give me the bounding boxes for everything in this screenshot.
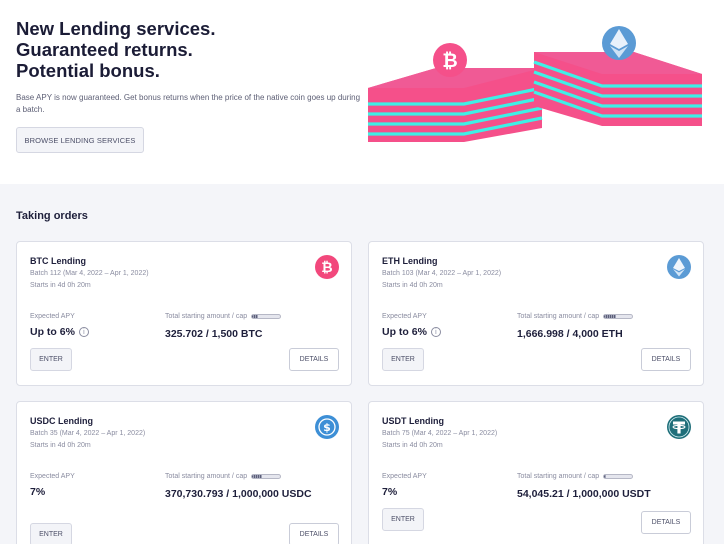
cap-value: 325.702 / 1,500 BTC bbox=[165, 328, 263, 340]
hero-title-line-3: Potential bonus. bbox=[16, 60, 160, 81]
btc-lending-card: BTC Lending Batch 112 (Mar 4, 2022 – Apr… bbox=[16, 241, 352, 386]
enter-button[interactable]: ENTER bbox=[382, 508, 424, 531]
svg-text:₿: ₿ bbox=[321, 260, 332, 276]
cap-label: Total starting amount / cap bbox=[165, 473, 282, 480]
card-title: USDT Lending bbox=[382, 416, 444, 426]
apy-value-text: Up to 6% bbox=[30, 326, 75, 338]
details-button[interactable]: DETAILS bbox=[289, 523, 339, 544]
starts-in: Starts in 4d 0h 20m bbox=[30, 442, 91, 449]
apy-value-text: Up to 6% bbox=[382, 326, 427, 338]
progress-fill bbox=[604, 315, 616, 318]
card-title: BTC Lending bbox=[30, 256, 86, 266]
starts-in: Starts in 4d 0h 20m bbox=[382, 442, 443, 449]
starts-in: Starts in 4d 0h 20m bbox=[382, 282, 443, 289]
cap-value: 370,730.793 / 1,000,000 USDC bbox=[165, 488, 312, 500]
taking-orders-section: Taking orders BTC Lending Batch 112 (Mar… bbox=[0, 184, 724, 544]
starts-in: Starts in 4d 0h 20m bbox=[30, 282, 91, 289]
lending-stack-illustration: ₿ bbox=[368, 26, 702, 142]
cap-label-text: Total starting amount / cap bbox=[517, 473, 600, 480]
hero-banner: New Lending services. Guaranteed returns… bbox=[0, 0, 724, 184]
ethereum-icon bbox=[667, 255, 691, 279]
progress-fill bbox=[604, 475, 606, 478]
enter-button[interactable]: ENTER bbox=[30, 348, 72, 371]
batch-info: Batch 75 (Mar 4, 2022 – Apr 1, 2022) bbox=[382, 430, 498, 437]
hero-title-line-2: Guaranteed returns. bbox=[16, 39, 193, 60]
details-button[interactable]: DETAILS bbox=[641, 348, 691, 371]
svg-text:$: $ bbox=[323, 421, 331, 434]
usdc-lending-card: USDC Lending Batch 35 (Mar 4, 2022 – Apr… bbox=[16, 401, 352, 544]
cap-label-text: Total starting amount / cap bbox=[165, 473, 248, 480]
bitcoin-icon: ₿ bbox=[315, 255, 339, 279]
apy-label: Expected APY bbox=[382, 473, 427, 480]
hero-title: New Lending services. Guaranteed returns… bbox=[16, 18, 215, 81]
progress-fill bbox=[252, 315, 259, 318]
batch-info: Batch 103 (Mar 4, 2022 – Apr 1, 2022) bbox=[382, 270, 502, 277]
apy-value: Up to 6% i bbox=[30, 326, 89, 338]
hero-description: Base APY is now guaranteed. Get bonus re… bbox=[16, 93, 361, 114]
cap-value: 54,045.21 / 1,000,000 USDT bbox=[517, 488, 651, 500]
card-title: ETH Lending bbox=[382, 256, 438, 266]
apy-value-text: 7% bbox=[30, 486, 46, 498]
hero-title-line-1: New Lending services. bbox=[16, 18, 216, 39]
apy-label: Expected APY bbox=[382, 313, 427, 320]
usdt-lending-card: USDT Lending Batch 75 (Mar 4, 2022 – Apr… bbox=[368, 401, 704, 544]
tether-icon bbox=[667, 415, 691, 439]
cap-progress-bar bbox=[251, 314, 282, 319]
browse-lending-services-button[interactable]: BROWSE LENDING SERVICES bbox=[16, 127, 144, 153]
enter-button[interactable]: ENTER bbox=[30, 523, 72, 544]
cap-progress-bar bbox=[251, 474, 282, 479]
batch-info: Batch 112 (Mar 4, 2022 – Apr 1, 2022) bbox=[30, 270, 149, 277]
cap-value: 1,666.998 / 4,000 ETH bbox=[517, 328, 623, 340]
cap-label-text: Total starting amount / cap bbox=[517, 313, 600, 320]
apy-value: Up to 6% i bbox=[382, 326, 441, 338]
enter-button[interactable]: ENTER bbox=[382, 348, 424, 371]
progress-fill bbox=[252, 475, 263, 478]
apy-label: Expected APY bbox=[30, 473, 75, 480]
batch-info: Batch 35 (Mar 4, 2022 – Apr 1, 2022) bbox=[30, 430, 146, 437]
card-title: USDC Lending bbox=[30, 416, 93, 426]
apy-value: 7% bbox=[30, 486, 45, 498]
cap-progress-bar bbox=[603, 474, 634, 479]
bitcoin-coin-icon: ₿ bbox=[433, 43, 467, 77]
apy-value-text: 7% bbox=[382, 486, 398, 498]
eth-lending-card: ETH Lending Batch 103 (Mar 4, 2022 – Apr… bbox=[368, 241, 704, 386]
info-icon[interactable]: i bbox=[430, 327, 441, 337]
ethereum-coin-icon bbox=[602, 26, 636, 60]
info-icon[interactable]: i bbox=[78, 327, 89, 337]
details-button[interactable]: DETAILS bbox=[641, 511, 691, 534]
cap-label: Total starting amount / cap bbox=[165, 313, 282, 320]
cap-label: Total starting amount / cap bbox=[517, 313, 634, 320]
usdc-icon: $ bbox=[315, 415, 339, 439]
cap-label-text: Total starting amount / cap bbox=[165, 313, 248, 320]
svg-text:₿: ₿ bbox=[442, 50, 457, 72]
details-button[interactable]: DETAILS bbox=[289, 348, 339, 371]
apy-label: Expected APY bbox=[30, 313, 75, 320]
cap-progress-bar bbox=[603, 314, 634, 319]
apy-value: 7% bbox=[382, 486, 397, 498]
section-title: Taking orders bbox=[16, 210, 88, 222]
cap-label: Total starting amount / cap bbox=[517, 473, 634, 480]
